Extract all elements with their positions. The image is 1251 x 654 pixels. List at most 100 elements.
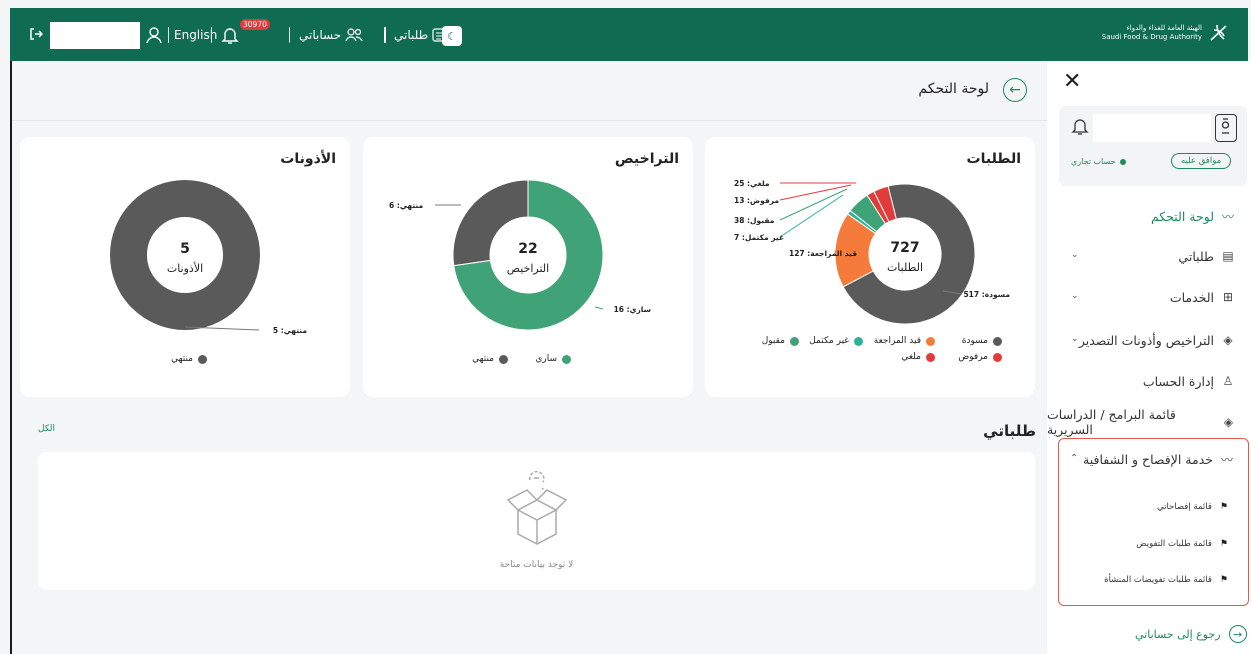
logout-icon[interactable] [29, 27, 43, 41]
sfda-logo: الهيئة العامة للغذاء والدواء Saudi Food … [1102, 22, 1230, 44]
permits-chart-card: الأذونات منتهي: 5 5 الأذونات منتهي [20, 137, 350, 397]
sub-item-label: قائمة إفصاحاتي [1157, 502, 1212, 512]
legend-under-review: قيد المراجعة [874, 336, 935, 346]
slice-data-label: مسودة: 517 [963, 290, 1010, 299]
back-to-accounts-link[interactable]: رجوع إلى حساباتي → [1135, 625, 1247, 643]
sub-item-delegation-requests[interactable]: قائمة طلبات التفويض ⚑ [1059, 526, 1250, 562]
sidebar-item-label: قائمة البرامج / الدراسات السريرية [1047, 407, 1176, 437]
donut-center-label: الطلبات [887, 261, 923, 274]
slice-data-label: منتهي: 5 [273, 326, 307, 335]
my-requests-section-title: طلباتي [983, 422, 1036, 440]
donut-center-value: 5 [180, 241, 190, 257]
clinical-icon: ◈ [1223, 415, 1234, 429]
disclosure-menu-highlight: ⌃ خدمة الإفصاح و الشفافية 〰 قائمة إفصاحا… [1058, 438, 1249, 606]
sidebar-item-clinical-studies[interactable]: قائمة البرامج / الدراسات السريرية ◈ [1047, 402, 1251, 442]
sidebar: ✕ موافق عليه حساب تجاري لوحة التحكم 〰 ⌄ … [1047, 61, 1251, 654]
arrow-right-icon: → [1228, 625, 1247, 643]
legend-label: منتهي [171, 354, 193, 364]
sidebar-item-label: التراخيص وأذونات التصدير [1078, 332, 1214, 348]
page-title: لوحة التحكم [918, 81, 989, 97]
bell-icon[interactable] [1071, 116, 1089, 136]
sub-item-my-disclosures[interactable]: قائمة إفصاحاتي ⚑ [1059, 489, 1250, 525]
legend-cancelled: ملغي [901, 352, 935, 362]
donut-center-label: الأذونات [167, 261, 203, 275]
sub-item-label: قائمة طلبات التفويض [1136, 539, 1212, 549]
empty-box-icon [506, 470, 568, 545]
legend-label: مسودة [961, 336, 988, 346]
profile-name-box [1093, 114, 1211, 142]
list-icon: ▤ [1222, 249, 1234, 263]
sub-item-facility-delegations[interactable]: قائمة طلبات تفويضات المنشأة ⚑ [1059, 562, 1250, 598]
sfda-emblem-icon [1210, 24, 1227, 41]
dark-mode-toggle[interactable]: ☾ [442, 26, 462, 46]
sidebar-item-licenses[interactable]: ⌄ التراخيص وأذونات التصدير ◈ [1047, 320, 1251, 360]
user-icon[interactable] [144, 25, 164, 45]
legend-label: ساري [535, 354, 557, 364]
chart-line-icon: 〰 [1220, 452, 1233, 467]
legend-label: غير مكتمل [809, 336, 849, 346]
slice-data-label: قيد المراجعة: 127 [789, 249, 857, 258]
sidebar-item-my-requests[interactable]: ⌄ طلباتي ▤ [1047, 236, 1251, 276]
moon-icon: ☾ [447, 29, 457, 43]
grid-icon: ⊞ [1222, 290, 1234, 304]
slice-data-label: منتهي: 6 [389, 201, 423, 210]
legend-label: قيد المراجعة [873, 336, 921, 346]
slice-data-label: ساري: 16 [614, 305, 651, 314]
my-requests-empty-card: لا توجد بيانات متاحة [38, 452, 1035, 590]
back-to-accounts-label: رجوع إلى حساباتي [1135, 627, 1221, 641]
slice-leader-line [779, 188, 848, 221]
donut-center-value: 22 [518, 241, 537, 257]
empty-state-text: لا توجد بيانات متاحة [499, 560, 574, 570]
license-icon: ◈ [1223, 333, 1233, 347]
sidebar-item-label: الخدمات [1169, 289, 1214, 305]
my-requests-link[interactable]: طلباتي [394, 27, 448, 43]
sidebar-item-services[interactable]: ⌄ الخدمات ⊞ [1047, 277, 1251, 317]
sidebar-item-dashboard[interactable]: لوحة التحكم 〰 [1047, 196, 1251, 236]
flag-icon: ⚑ [1219, 539, 1228, 549]
user-name-box [50, 22, 140, 49]
slice-data-label: مرفوض: 13 [734, 196, 779, 205]
sidebar-item-disclosure[interactable]: ⌃ خدمة الإفصاح و الشفافية 〰 [1048, 439, 1250, 479]
users-icon [345, 28, 363, 42]
licenses-chart-card: التراخيص ساري: 16 منتهي: 6 22 التراخيص ساري… [363, 137, 693, 397]
logo-english-text: Saudi Food & Drug Authority [1101, 33, 1202, 41]
chevron-down-icon: ⌄ [1071, 250, 1079, 260]
account-type: حساب تجاري [1071, 157, 1126, 166]
page-header: لوحة التحكم ← [12, 61, 1047, 121]
slice-leader-line [594, 306, 604, 310]
licenses-donut-chart: ساري: 16 منتهي: 6 22 التراخيص [389, 179, 651, 331]
user-icon: ♙ [1222, 374, 1234, 388]
flag-icon: ⚑ [1219, 575, 1228, 585]
account-type-label: حساب تجاري [1071, 157, 1116, 166]
legend-label: مقبول [761, 336, 785, 346]
accounts-label: حساباتي [299, 28, 342, 42]
chevron-up-icon: ⌃ [1070, 453, 1079, 464]
profile-card: موافق عليه حساب تجاري [1059, 106, 1247, 186]
sidebar-item-label: لوحة التحكم [1150, 208, 1214, 224]
id-card-icon [1215, 114, 1237, 142]
legend-label: مرفوض [958, 352, 988, 362]
legend-incomplete: غير مكتمل [809, 336, 863, 346]
donut-slice[interactable] [452, 179, 529, 267]
donut-center-label: التراخيص [507, 262, 549, 275]
my-accounts-link[interactable]: حساباتي [299, 27, 363, 43]
donut-center-value: 727 [890, 240, 919, 256]
legend-rejected: مرفوض [958, 352, 1002, 362]
legend-label: ملغي [901, 352, 921, 362]
logo-arabic-text: الهيئة العامة للغذاء والدواء [1126, 24, 1202, 32]
legend-draft: مسودة [962, 336, 1002, 346]
sidebar-item-account-management[interactable]: إدارة الحساب ♙ [1047, 361, 1251, 401]
legend-expired: منتهي [472, 354, 508, 364]
requests-chart-card: الطلبات مسودة: 517 قيد المراجعة: 127 غير م… [705, 137, 1035, 397]
back-arrow-icon[interactable]: ← [1003, 78, 1027, 102]
notification-badge: 30970 [240, 19, 270, 30]
legend-accepted: مقبول [762, 336, 799, 346]
notification-bell-icon[interactable] [219, 24, 241, 46]
view-all-link[interactable]: الكل [38, 424, 55, 434]
chart-line-icon: 〰 [1221, 209, 1234, 224]
sub-item-label: قائمة طلبات تفويضات المنشأة [1104, 575, 1212, 585]
approved-badge: موافق عليه [1171, 153, 1232, 169]
close-icon[interactable]: ✕ [1063, 71, 1081, 93]
slice-data-label: ملغي: 25 [734, 179, 770, 188]
slice-data-label: مقبول: 38 [734, 216, 775, 225]
